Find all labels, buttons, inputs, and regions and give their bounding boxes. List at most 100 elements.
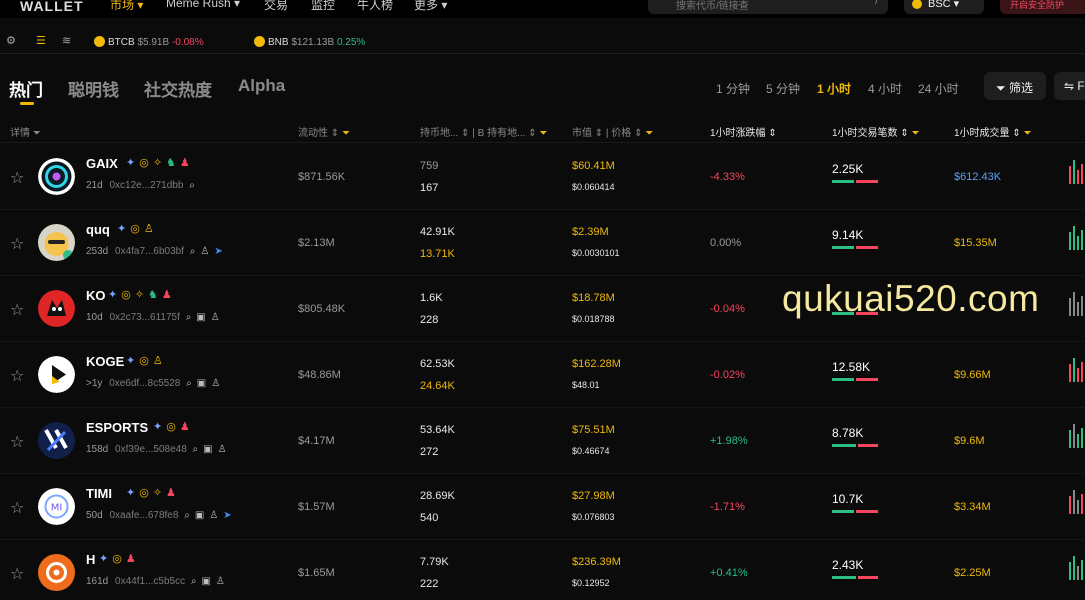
timeframe-1h[interactable]: 1 小时 [817, 80, 851, 97]
table-row[interactable]: ☆ quq ✦ ◎ ♙ 253d 0x4fa7...6b03bf ⌕ ♙ ➤ $2.13… [0, 210, 1085, 276]
chart-icon[interactable]: ≋ [62, 34, 71, 47]
token-symbol[interactable]: TIMI [86, 486, 112, 501]
user-icon[interactable]: ♙ [218, 444, 227, 455]
search-input[interactable]: 搜索代币/链接查 / [648, 0, 888, 14]
gear-icon[interactable]: ⚙ [6, 34, 16, 47]
star-icon[interactable]: ☆ [10, 234, 24, 254]
token-symbol[interactable]: KOGE [86, 354, 124, 369]
sparkline-chart [1069, 556, 1083, 580]
star-icon[interactable]: ☆ [10, 366, 24, 386]
token-address[interactable]: 0xc12e...271dbb [109, 180, 183, 191]
nav-market[interactable]: 市场 ▾ [110, 0, 143, 13]
token-address[interactable]: 0xe6df...8c5528 [109, 378, 180, 389]
table-row[interactable]: ☆ GAIX ✦ ◎ ✧ ♞ ♟ 21d 0xc12e...271dbb ⌕ $871.… [0, 144, 1085, 210]
liquidity-value: $805.48K [298, 303, 346, 315]
copy-icon[interactable]: ▣ [197, 378, 206, 389]
buy-sell-bar [832, 444, 878, 447]
nav-more[interactable]: 更多 ▾ [414, 0, 447, 13]
user-icon[interactable]: ♙ [211, 312, 220, 323]
token-avatar [38, 290, 75, 327]
search-icon[interactable]: ⌕ [190, 246, 196, 257]
token-symbol[interactable]: GAIX [86, 156, 118, 171]
token-address[interactable]: 0xf39e...508e48 [115, 444, 187, 455]
sparkle-icon: ✦ [99, 553, 109, 565]
ticker-item[interactable]: BTCB $5.91B -0.08% [94, 36, 204, 48]
txs-value: 12.58K [832, 360, 871, 374]
nav-monitor[interactable]: 监控 [311, 0, 335, 13]
chain-label: BSC ▾ [928, 0, 960, 10]
timeframe-5m[interactable]: 5 分钟 [766, 80, 800, 97]
token-symbol[interactable]: KO [86, 288, 106, 303]
star-icon[interactable]: ☆ [10, 498, 24, 518]
tab-social[interactable]: 社交热度 [144, 76, 212, 101]
nav-leaderboard[interactable]: 牛人榜 [357, 0, 393, 13]
token-age: 50d [86, 510, 103, 521]
liquidity-value: $4.17M [298, 435, 335, 447]
copy-icon[interactable]: ▣ [201, 576, 210, 587]
star-icon[interactable]: ☆ [10, 168, 24, 188]
token-avatar [38, 554, 75, 591]
table-row[interactable]: ☆ ESPORTS ✦ ◎ ♟ 158d 0xf39e...508e48 ⌕ ▣ ♙ $… [0, 408, 1085, 474]
timeframe-24h[interactable]: 24 小时 [918, 80, 959, 97]
col-mcap-price[interactable]: 市值 ⇕ | 价格 ⇕ ⏷ [572, 124, 653, 139]
token-symbol[interactable]: quq [86, 222, 110, 237]
token-address[interactable]: 0x2c73...61175f [109, 312, 179, 323]
search-icon[interactable]: ⌕ [191, 576, 197, 587]
handle-icon: ◎ [139, 157, 149, 169]
filter-icon: ⏷ [539, 128, 548, 139]
col-txs[interactable]: 1小时交易笔数 ⇕ ⏷ [832, 124, 920, 139]
copy-icon[interactable]: ▣ [195, 510, 204, 521]
token-address[interactable]: 0x44f1...c5b5cc [115, 576, 185, 587]
search-icon[interactable]: ⌕ [186, 312, 192, 323]
search-icon[interactable]: ⌕ [184, 510, 190, 521]
col-holders[interactable]: 持币地... ⇕ | B 持有地... ⇕ ⏷ [420, 124, 547, 139]
telegram-icon[interactable]: ➤ [223, 510, 231, 521]
settings-button[interactable]: ⇋ F [1054, 72, 1085, 100]
filter-button[interactable]: ⏷ 筛选 [984, 72, 1046, 100]
timeframe-1m[interactable]: 1 分钟 [716, 80, 750, 97]
token-address[interactable]: 0x4fa7...6b03bf [115, 246, 184, 257]
chain-select[interactable]: BSC ▾ [904, 0, 984, 14]
token-symbol[interactable]: ESPORTS [86, 420, 148, 435]
telegram-icon[interactable]: ➤ [214, 246, 222, 257]
user-icon[interactable]: ♙ [216, 576, 225, 587]
token-symbol[interactable]: H [86, 552, 95, 567]
table-row[interactable]: ☆ MI TIMI ✦ ◎ ✧ ♟ 50d 0xaafe...678fe8 ⌕ ▣ ♙ ➤ … [0, 474, 1085, 540]
star-icon[interactable]: ☆ [10, 564, 24, 584]
horse-icon: ♞ [148, 289, 158, 301]
txs-value: 9.14K [832, 228, 864, 242]
filter-icon: ⏷ [1023, 128, 1032, 139]
tab-smart-money[interactable]: 聪明钱 [68, 76, 119, 101]
star-icon[interactable]: ☆ [10, 300, 24, 320]
token-age: 10d [86, 312, 103, 323]
token-tags: ✦ ◎ ✧ ♞ ♟ [126, 156, 194, 169]
timeframe-4h[interactable]: 4 小时 [868, 80, 902, 97]
col-liquidity[interactable]: 流动性 ⇕ ⏷ [298, 124, 350, 139]
search-icon[interactable]: ⌕ [186, 378, 192, 389]
user-icon[interactable]: ♙ [211, 378, 220, 389]
tab-alpha[interactable]: Alpha [238, 76, 285, 96]
market-cap-value: $236.39M [572, 556, 621, 568]
security-button[interactable]: 开启安全防护 [1000, 0, 1085, 14]
tab-hot[interactable]: 热门 [9, 76, 43, 101]
copy-icon[interactable]: ▣ [196, 312, 205, 323]
market-cap-value: $60.41M [572, 160, 615, 172]
col-change[interactable]: 1小时涨跌幅 ⇕ [710, 124, 777, 139]
nav-trade[interactable]: 交易 [264, 0, 288, 13]
col-details[interactable]: 详情 ⏷ [10, 124, 41, 139]
token-address[interactable]: 0xaafe...678fe8 [109, 510, 178, 521]
user-icon[interactable]: ♙ [209, 510, 218, 521]
layout-icon[interactable]: ☰ [36, 34, 46, 47]
table-row[interactable]: ☆ KOGE ✦ ◎ ♙ >1y 0xe6df...8c5528 ⌕ ▣ ♙ $48.8… [0, 342, 1085, 408]
user-icon[interactable]: ♙ [200, 246, 209, 257]
search-icon[interactable]: ⌕ [193, 444, 199, 455]
search-icon[interactable]: ⌕ [189, 180, 195, 191]
holders-value: 28.69K [420, 490, 455, 502]
buy-sell-bar [832, 510, 878, 513]
copy-icon[interactable]: ▣ [203, 444, 212, 455]
nav-meme-rush[interactable]: Meme Rush ▾ [166, 0, 240, 10]
ticker-item[interactable]: BNB $121.13B 0.25% [254, 36, 365, 48]
col-volume[interactable]: 1小时成交量 ⇕ ⏷ [954, 124, 1032, 139]
table-row[interactable]: ☆ H ✦ ◎ ♟ 161d 0x44f1...c5b5cc ⌕ ▣ ♙ $1.65M … [0, 540, 1085, 600]
star-icon[interactable]: ☆ [10, 432, 24, 452]
